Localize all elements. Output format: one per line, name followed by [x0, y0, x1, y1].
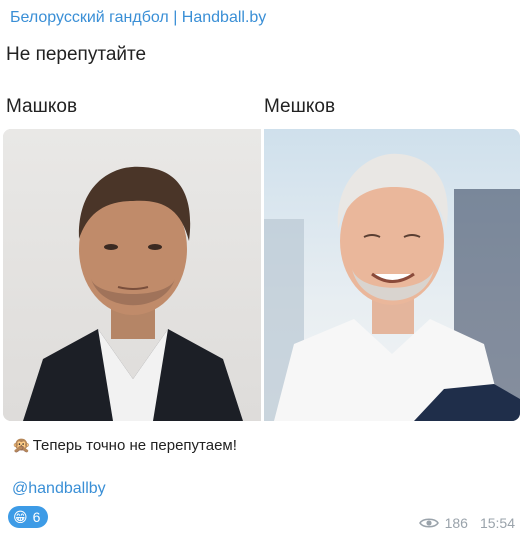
reaction-count: 6 — [32, 509, 41, 525]
caption-left: Машков — [6, 96, 78, 117]
post-meta: 186 15:54 — [418, 514, 515, 532]
eye-icon — [418, 517, 439, 529]
photo-collage[interactable] — [3, 129, 520, 421]
reaction-button[interactable]: 😁 6 — [8, 506, 49, 528]
post-time: 15:54 — [479, 515, 515, 531]
photo-right — [264, 129, 520, 421]
photo-left — [3, 129, 261, 421]
portrait-right-illustration — [264, 153, 520, 421]
channel-name-link[interactable]: Белорусский гандбол | Handball.by — [10, 8, 266, 28]
hashtag-link[interactable]: @handballby — [12, 479, 106, 499]
portrait-left-illustration — [23, 166, 243, 421]
post-headline: Не перепутайте — [6, 44, 147, 65]
speak-no-evil-monkey-icon: 🙊 — [12, 437, 31, 454]
grinning-face-icon: 😁 — [13, 508, 28, 525]
message-body: Теперь точно не перепутаем! — [32, 437, 237, 454]
views-count: 186 — [444, 515, 468, 531]
caption-right: Мешков — [264, 96, 336, 117]
message-text: 🙊 Теперь точно не перепутаем! — [12, 436, 237, 456]
